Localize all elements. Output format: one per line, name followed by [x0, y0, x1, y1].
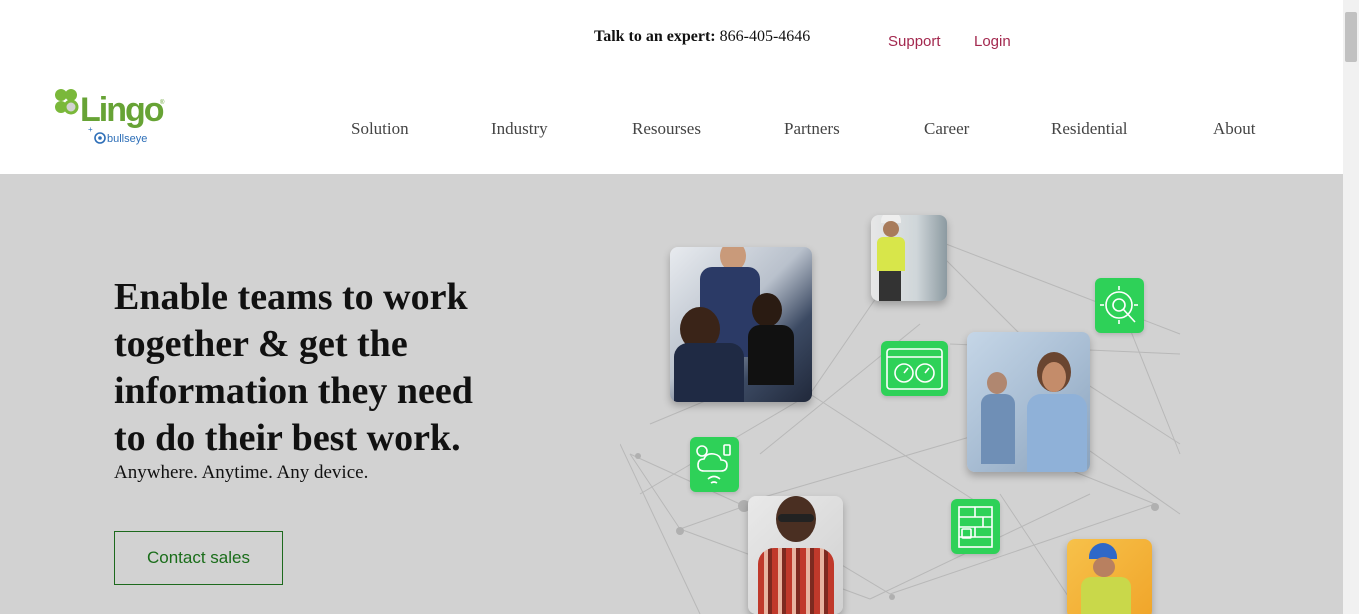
support-link[interactable]: Support: [888, 33, 941, 50]
nav-career[interactable]: Career: [924, 119, 969, 139]
nav-about[interactable]: About: [1213, 119, 1256, 139]
engineer-hardhat-photo: [1067, 539, 1152, 614]
page-scrollbar[interactable]: [1343, 0, 1359, 614]
hero-section: Enable teams to work together & get the …: [0, 174, 1343, 614]
firewall-lock-icon: [951, 499, 1000, 554]
scrollbar-thumb[interactable]: [1345, 12, 1357, 62]
lingo-logo-mark: Lingo ® + bullseye: [55, 89, 166, 145]
expert-phone[interactable]: 866-405-4646: [720, 28, 811, 45]
gear-wrench-icon: [1095, 278, 1144, 333]
contact-sales-button[interactable]: Contact sales: [114, 531, 283, 585]
svg-text:®: ®: [160, 99, 165, 106]
logo-subtext: bullseye: [107, 133, 147, 145]
hero-headline: Enable teams to work together & get the …: [114, 276, 473, 459]
nurse-healthcare-photo: [967, 332, 1090, 472]
nav-partners[interactable]: Partners: [784, 119, 840, 139]
nav-solution[interactable]: Solution: [351, 119, 409, 139]
worker-safety-vest-photo: [871, 215, 947, 301]
talk-to-expert: Talk to an expert: 866-405-4646: [594, 28, 810, 46]
nav-residential[interactable]: Residential: [1051, 119, 1127, 139]
hero-subheadline: Anywhere. Anytime. Any device.: [114, 462, 369, 483]
nav-resources[interactable]: Resourses: [632, 119, 701, 139]
logo-wordmark: Lingo: [80, 91, 164, 129]
site-header: Talk to an expert: 866-405-4646 Support …: [0, 0, 1343, 174]
dashboard-gauges-icon: [881, 341, 948, 396]
login-link[interactable]: Login: [974, 33, 1011, 50]
team-collaboration-photo: [670, 247, 812, 402]
nav-industry[interactable]: Industry: [491, 119, 548, 139]
lingo-logo[interactable]: Lingo ® + bullseye: [54, 88, 169, 146]
customer-support-agent-photo: [748, 496, 843, 614]
svg-text:+: +: [88, 125, 93, 134]
expert-label: Talk to an expert:: [594, 28, 716, 45]
cloud-devices-icon: [690, 437, 739, 492]
